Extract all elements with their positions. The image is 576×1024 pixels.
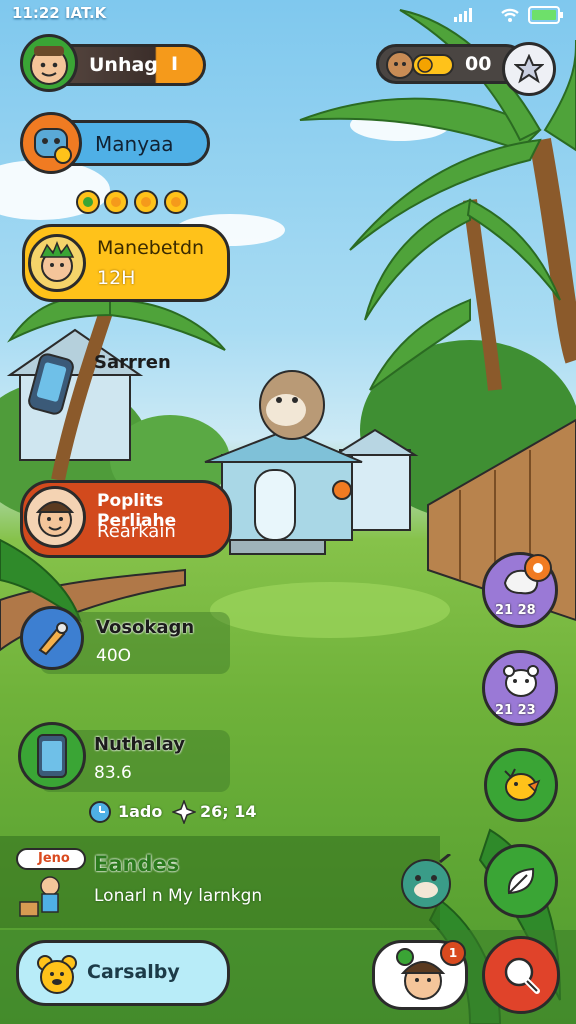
creature-icon[interactable] [398,854,456,912]
menu-item-label: Manyaa [95,132,174,156]
menu-item-value: 12H [97,267,136,289]
notification-badge: 1 [440,940,466,966]
menu-item-label: Vosokagn [96,617,195,638]
profile-badge: I [171,53,179,75]
menu-icon-poplits [24,486,86,548]
tablet-icon [37,734,67,778]
search-icon [504,957,540,994]
star-badge-icon [514,54,544,84]
bird-icon [504,768,541,801]
menu-icon-sarrren[interactable] [24,352,84,416]
menu-icon-nuthalay [18,722,86,790]
menu-icon-vosokagn [20,606,84,670]
profile-avatar[interactable] [20,34,78,92]
menu-item-value: 83.6 [94,763,132,783]
brush-icon [38,622,68,656]
menu-item-sub: Rearkain [97,521,176,542]
profile-name: Unhag [89,54,158,76]
character-portrait-icon [35,501,75,537]
menu-item-sarrren-label[interactable]: Sarrren [94,352,171,373]
right-slot-3[interactable] [484,748,558,822]
leaf-icon [507,867,535,895]
teddy-icon [37,955,77,994]
right-slot-2[interactable]: 21 23 [482,650,558,726]
character-portrait-icon [39,241,75,282]
stats-row-b: 26; 14 [200,802,257,821]
sparkle-icon [172,800,196,824]
menu-item-label: Nuthalay [94,734,185,755]
event-title: Eandes [94,852,180,876]
menu-item-value: 40O [96,646,132,666]
right-slot-1-badge [524,554,552,582]
right-slot-4[interactable] [484,844,558,918]
menu-item-label: Manebetdn [97,237,205,259]
signal-icon [454,8,474,22]
bottom-main-button-label: Carsalby [87,961,180,983]
battery-icon [528,6,564,24]
event-banner[interactable]: Jeno Eandes Lonarl n My larnkgn [0,836,440,928]
kid-character-icon [14,872,80,922]
coin-icon [411,52,455,78]
currency-value: 00 [465,53,492,75]
right-slot-count: 21 23 [495,703,536,718]
event-badge: Jeno [16,848,86,870]
menu-icon-manebetdn [28,234,86,292]
phone-icon [28,353,74,415]
wifi-icon [500,7,520,23]
game-screen: 11:22 IAT.K Unhag I 00 Manyaa Manebetdn … [0,0,576,1024]
pet-icon [503,665,539,697]
avatar-face-icon [30,46,68,85]
coin-row [74,188,194,216]
right-slot-count: 21 28 [495,603,536,618]
settings-button[interactable] [502,42,556,96]
menu-icon-manyaa[interactable] [20,112,82,174]
status-time: 11:22 IAT.K [12,4,107,22]
stats-row-a: 1ado [118,802,163,821]
bottom-main-button[interactable]: Carsalby [16,940,230,1006]
clock-icon [88,800,112,824]
event-desc: Lonarl n My larnkgn [94,886,263,906]
bear-icon [34,128,72,164]
search-button[interactable] [482,936,560,1014]
